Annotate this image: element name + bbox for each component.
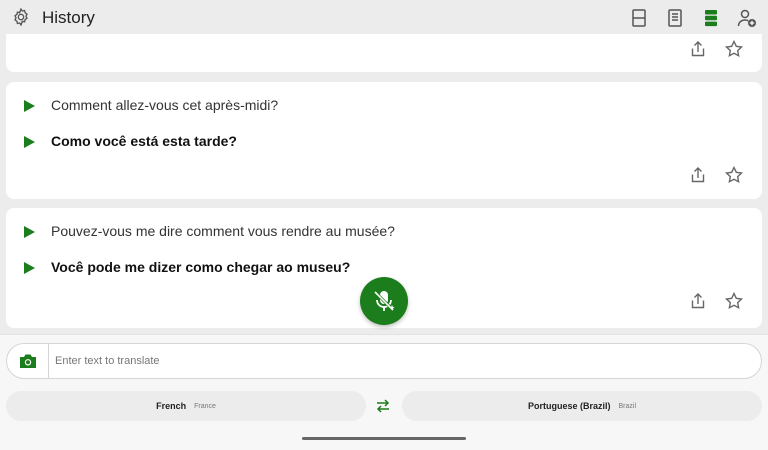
source-text: Pouvez-vous me dire comment vous rendre … — [51, 223, 395, 239]
text-input-row — [6, 343, 762, 379]
source-language-name: French — [156, 401, 187, 411]
translation-line: Como você está esta tarde? — [6, 131, 762, 153]
translate-text-input[interactable] — [55, 350, 745, 372]
source-language-region: France — [194, 402, 216, 410]
share-icon[interactable] — [688, 39, 708, 59]
target-language-region: Brazil — [618, 402, 637, 410]
translation-line: Você pode me dizer como chegar ao museu? — [6, 257, 762, 279]
source-text: Comment allez-vous cet après-midi? — [51, 97, 279, 113]
star-icon[interactable] — [724, 39, 744, 59]
translated-text: Como você está esta tarde? — [51, 133, 237, 149]
play-icon[interactable] — [23, 99, 36, 113]
translate-panel: French France Portuguese (Brazil) Brazil — [0, 334, 768, 450]
star-icon[interactable] — [724, 291, 744, 311]
source-line: Pouvez-vous me dire comment vous rendre … — [6, 221, 762, 243]
voice-input-button[interactable] — [360, 277, 408, 325]
list-view-icon[interactable] — [700, 7, 722, 29]
source-line: Comment allez-vous cet après-midi? — [6, 95, 762, 117]
home-indicator[interactable] — [302, 437, 466, 440]
view-mode-toolbar — [0, 7, 768, 29]
target-language-button[interactable]: Portuguese (Brazil) Brazil — [402, 391, 762, 421]
camera-button[interactable] — [7, 344, 49, 378]
target-language-name: Portuguese (Brazil) — [527, 401, 611, 411]
top-app-bar: History — [0, 0, 768, 34]
microphone-icon — [373, 290, 395, 312]
play-icon[interactable] — [23, 261, 36, 275]
share-icon[interactable] — [688, 291, 708, 311]
swap-languages-icon[interactable] — [374, 397, 392, 415]
star-icon[interactable] — [724, 165, 744, 185]
share-icon[interactable] — [688, 165, 708, 185]
split-view-icon[interactable] — [628, 7, 650, 29]
history-card: Comment allez-vous cet après-midi? Como … — [6, 82, 762, 199]
source-language-button[interactable]: French France — [6, 391, 366, 421]
history-card — [6, 34, 762, 72]
translated-text: Você pode me dizer como chegar ao museu? — [51, 259, 351, 275]
document-view-icon[interactable] — [664, 7, 686, 29]
camera-icon — [19, 354, 36, 368]
account-add-icon[interactable] — [736, 7, 758, 29]
play-icon[interactable] — [23, 225, 36, 239]
play-icon[interactable] — [23, 135, 36, 149]
